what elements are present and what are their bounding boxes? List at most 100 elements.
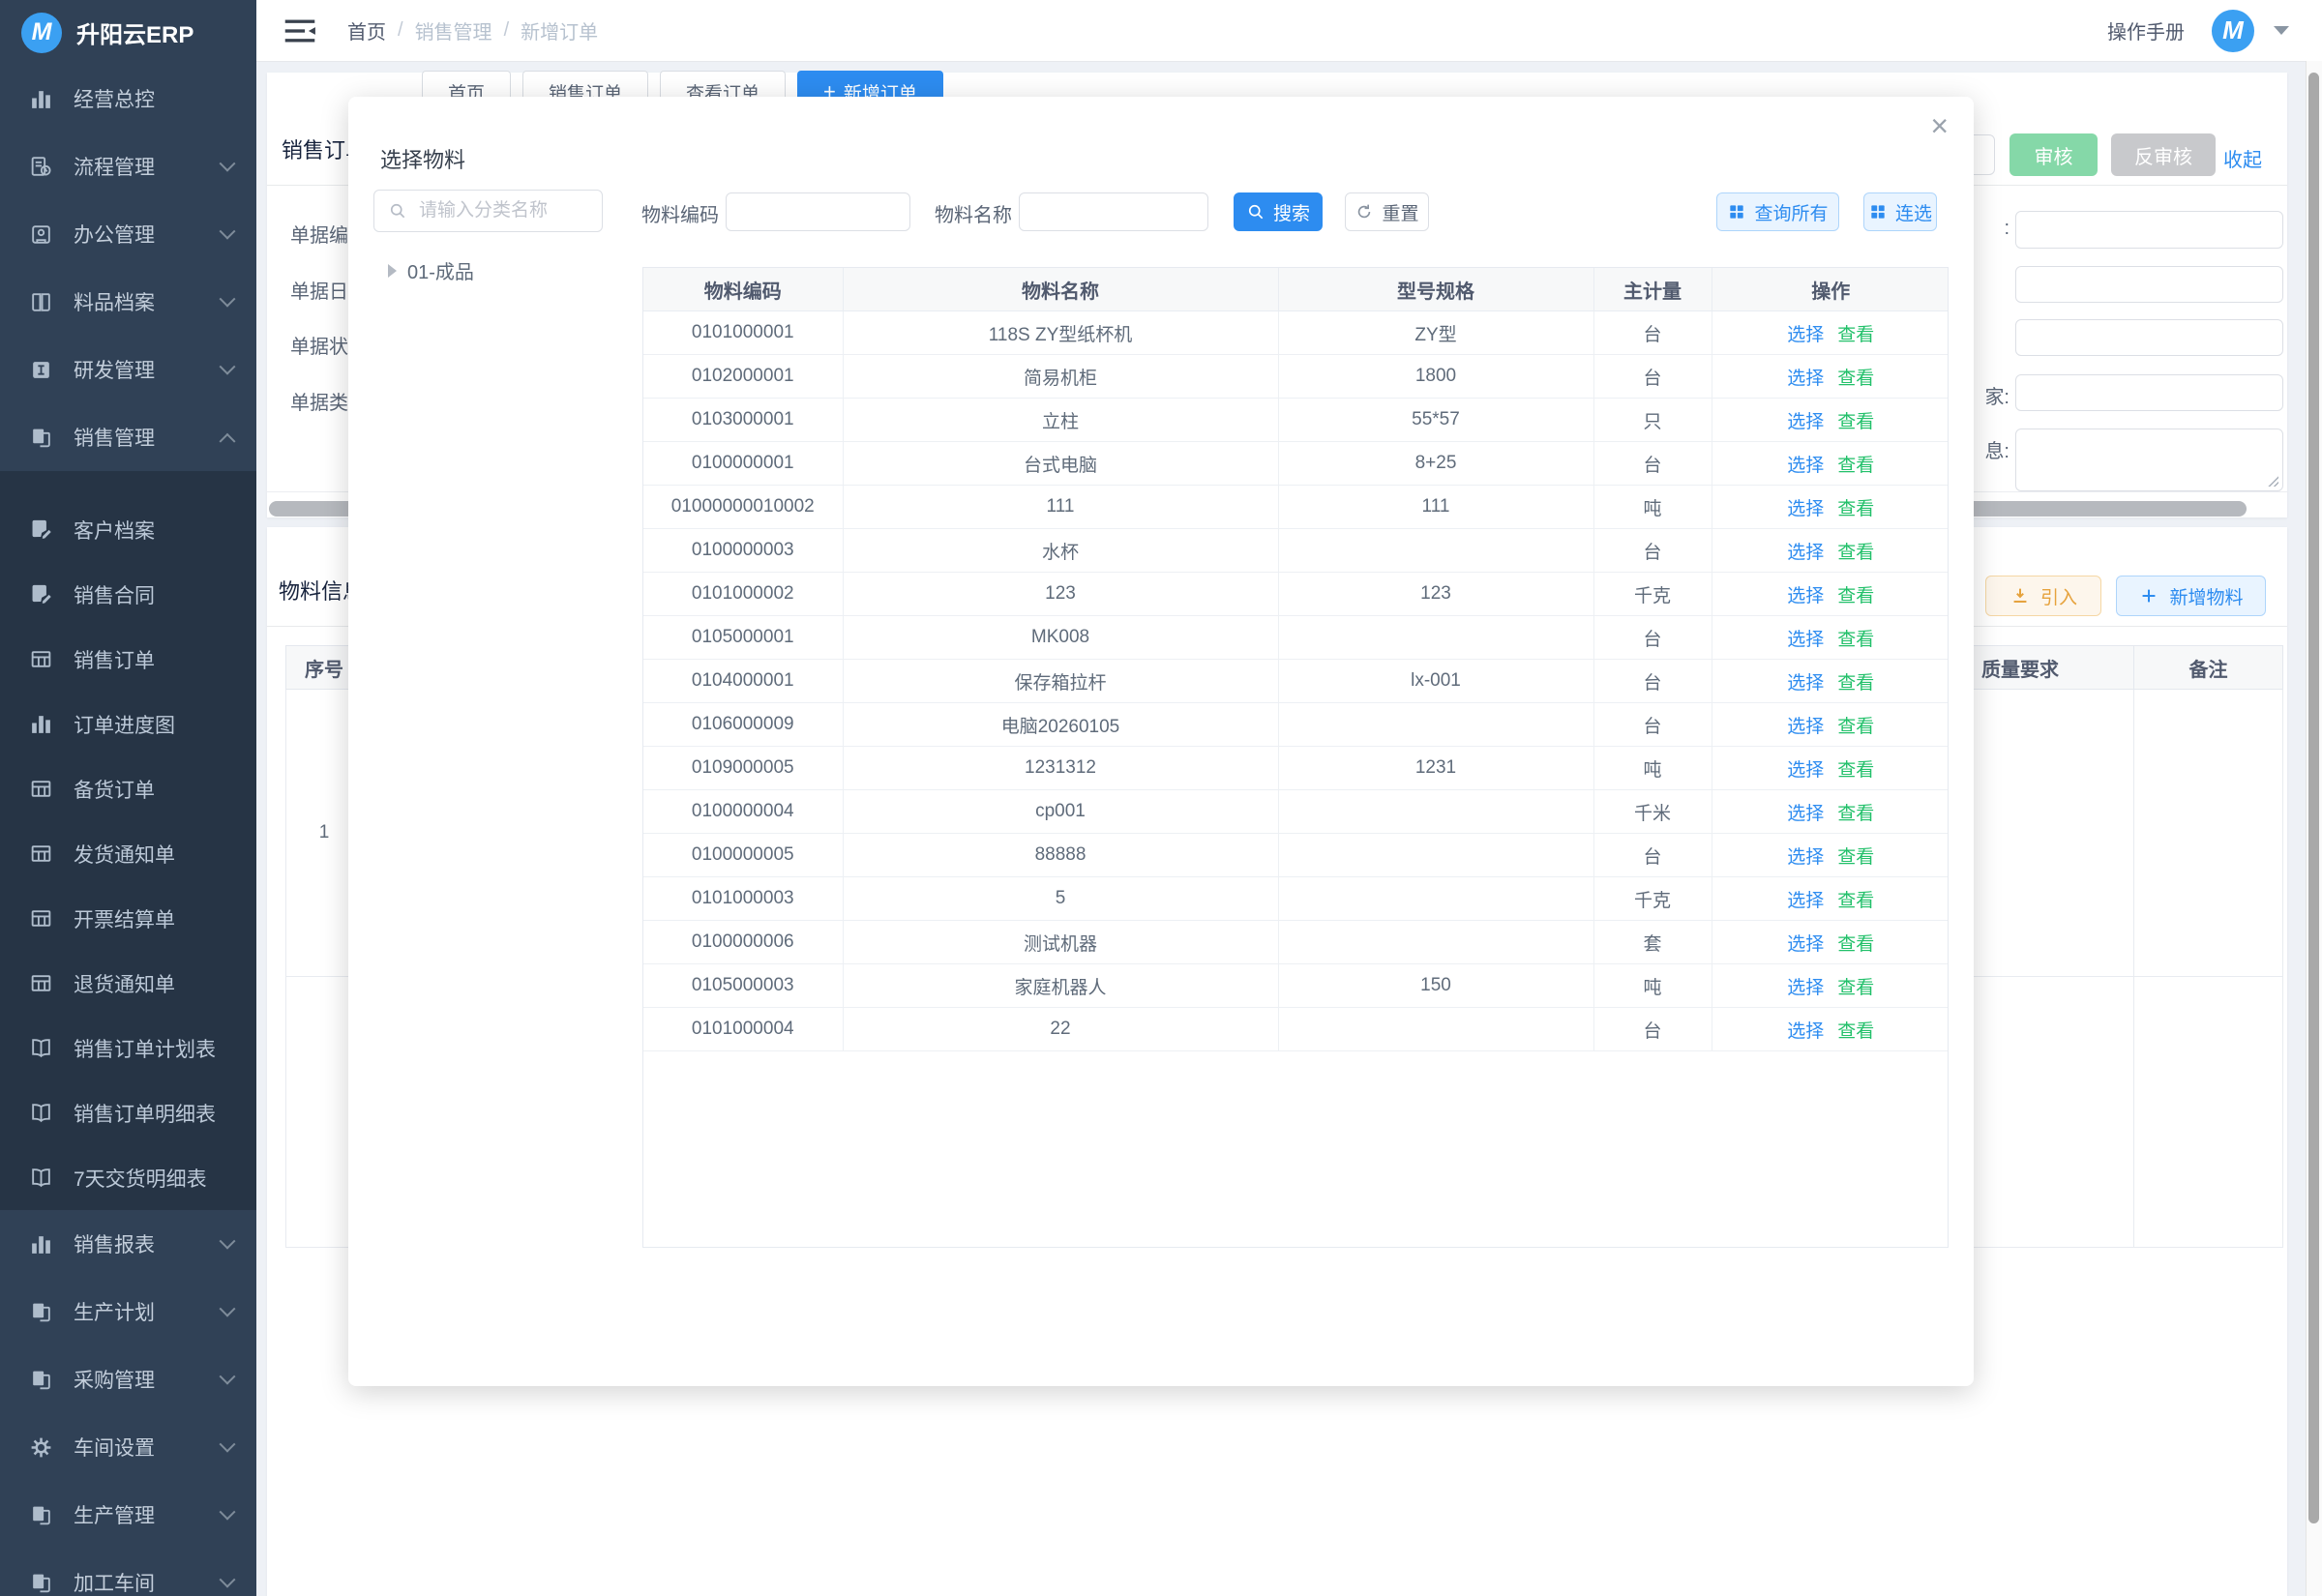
- sidebar-subitem-5[interactable]: 发货通知单: [0, 821, 256, 886]
- breadcrumb-item-1[interactable]: 销售管理: [415, 16, 492, 44]
- material-code-input[interactable]: [726, 192, 910, 231]
- category-search-input[interactable]: [417, 199, 576, 222]
- chevron-down-icon: [220, 359, 236, 375]
- sidebar-item-0[interactable]: 经营总控: [0, 65, 256, 133]
- user-menu-caret-icon[interactable]: [2274, 26, 2289, 35]
- view-link[interactable]: 查看: [1837, 543, 1874, 563]
- view-link[interactable]: 查看: [1837, 934, 1874, 955]
- view-link[interactable]: 查看: [1837, 804, 1874, 824]
- select-link[interactable]: 选择: [1787, 369, 1824, 389]
- cell-actions: 选择查看: [1712, 399, 1949, 442]
- sidebar-item-9[interactable]: 车间设置: [0, 1413, 256, 1481]
- order-field-input-1[interactable]: [2015, 266, 2283, 303]
- breadcrumb-item-0[interactable]: 首页: [347, 16, 386, 44]
- select-link[interactable]: 选择: [1787, 325, 1824, 345]
- view-link[interactable]: 查看: [1837, 978, 1874, 998]
- cell-unit: 套: [1593, 921, 1712, 964]
- cell-actions: 选择查看: [1712, 529, 1949, 573]
- sidebar-item-5[interactable]: 销售管理: [0, 403, 256, 471]
- order-remark-textarea[interactable]: [2015, 429, 2283, 491]
- view-link[interactable]: 查看: [1837, 456, 1874, 476]
- select-link[interactable]: 选择: [1787, 630, 1824, 650]
- sidebar-item-8[interactable]: 采购管理: [0, 1345, 256, 1413]
- cell-spec: 55*57: [1278, 399, 1593, 442]
- breadcrumb-separator: /: [398, 19, 403, 42]
- search-button[interactable]: 搜索: [1234, 192, 1323, 231]
- sidebar-item-10[interactable]: 生产管理: [0, 1481, 256, 1549]
- view-link[interactable]: 查看: [1837, 673, 1874, 694]
- sidebar-item-4[interactable]: 研发管理: [0, 336, 256, 403]
- select-link[interactable]: 选择: [1787, 891, 1824, 911]
- view-link[interactable]: 查看: [1837, 760, 1874, 781]
- collapse-link[interactable]: 收起: [2223, 144, 2262, 172]
- view-link[interactable]: 查看: [1837, 325, 1874, 345]
- select-link[interactable]: 选择: [1787, 978, 1824, 998]
- sidebar-subitem-3[interactable]: 订单进度图: [0, 692, 256, 756]
- sidebar-item-11[interactable]: 加工车间: [0, 1549, 256, 1596]
- view-link[interactable]: 查看: [1837, 369, 1874, 389]
- view-link[interactable]: 查看: [1837, 412, 1874, 432]
- view-link[interactable]: 查看: [1837, 586, 1874, 606]
- tree-expand-caret-icon[interactable]: [388, 264, 397, 278]
- tree-node-finished-goods[interactable]: 01-成品: [388, 256, 474, 284]
- cell-spec: [1278, 1008, 1593, 1051]
- import-button[interactable]: 引入: [1985, 576, 2101, 616]
- sidebar-item-3[interactable]: 料品档案: [0, 268, 256, 336]
- modal-close-icon[interactable]: ×: [1930, 110, 1949, 141]
- select-link[interactable]: 选择: [1787, 586, 1824, 606]
- view-link[interactable]: 查看: [1837, 630, 1874, 650]
- material-name-input[interactable]: [1019, 192, 1208, 231]
- sidebar-subitem-0[interactable]: 客户档案: [0, 497, 256, 562]
- sidebar-subitem-6[interactable]: 开票结算单: [0, 886, 256, 951]
- avatar[interactable]: M: [2212, 10, 2254, 52]
- sidebar-subitem-2[interactable]: 销售订单: [0, 627, 256, 692]
- view-link[interactable]: 查看: [1837, 847, 1874, 868]
- view-link[interactable]: 查看: [1837, 891, 1874, 911]
- select-link[interactable]: 选择: [1787, 412, 1824, 432]
- sidebar-item-2[interactable]: 办公管理: [0, 200, 256, 268]
- select-link[interactable]: 选择: [1787, 847, 1824, 868]
- view-link[interactable]: 查看: [1837, 499, 1874, 519]
- manual-link[interactable]: 操作手册: [2107, 16, 2185, 44]
- select-link[interactable]: 选择: [1787, 456, 1824, 476]
- select-link[interactable]: 选择: [1787, 543, 1824, 563]
- multi-select-button[interactable]: 连选: [1863, 192, 1937, 231]
- vertical-scrollbar-thumb[interactable]: [2308, 73, 2319, 1523]
- sidebar-item-label: 流程管理: [74, 152, 155, 181]
- sidebar-subitem-9[interactable]: 销售订单明细表: [0, 1080, 256, 1145]
- order-field-input-2[interactable]: [2015, 319, 2283, 356]
- select-link[interactable]: 选择: [1787, 934, 1824, 955]
- sidebar-subitem-1[interactable]: 销售合同: [0, 562, 256, 627]
- audit-button[interactable]: 审核: [2009, 133, 2098, 176]
- breadcrumb-item-2[interactable]: 新增订单: [521, 16, 598, 44]
- select-link[interactable]: 选择: [1787, 1021, 1824, 1042]
- add-material-button[interactable]: 新增物料: [2116, 576, 2266, 616]
- select-link[interactable]: 选择: [1787, 760, 1824, 781]
- sidebar-subitem-7[interactable]: 退货通知单: [0, 951, 256, 1016]
- sidebar-subitem-10[interactable]: 7天交货明细表: [0, 1145, 256, 1210]
- reset-button[interactable]: 重置: [1345, 192, 1429, 231]
- select-link[interactable]: 选择: [1787, 717, 1824, 737]
- order-field-input-3[interactable]: [2015, 374, 2283, 411]
- view-link[interactable]: 查看: [1837, 717, 1874, 737]
- copy-icon: [29, 1300, 53, 1324]
- select-link[interactable]: 选择: [1787, 499, 1824, 519]
- sidebar-collapse-icon[interactable]: [283, 17, 316, 44]
- resize-grip-icon[interactable]: [2267, 475, 2278, 487]
- view-link[interactable]: 查看: [1837, 1021, 1874, 1042]
- sidebar-item-1[interactable]: 流程管理: [0, 133, 256, 200]
- sidebar-subitem-8[interactable]: 销售订单计划表: [0, 1016, 256, 1080]
- unaudit-button[interactable]: 反审核: [2111, 133, 2216, 176]
- cell-spec: [1278, 834, 1593, 877]
- query-all-button[interactable]: 查询所有: [1716, 192, 1839, 231]
- sidebar-subitem-4[interactable]: 备货订单: [0, 756, 256, 821]
- sidebar-item-label: 办公管理: [74, 220, 155, 249]
- sidebar-item-7[interactable]: 生产计划: [0, 1278, 256, 1345]
- cell-unit: 吨: [1593, 747, 1712, 790]
- sidebar-item-6[interactable]: 销售报表: [0, 1210, 256, 1278]
- select-link[interactable]: 选择: [1787, 673, 1824, 694]
- sidebar-item-label: 研发管理: [74, 355, 155, 384]
- select-link[interactable]: 选择: [1787, 804, 1824, 824]
- dev-icon: [29, 358, 53, 382]
- order-field-input-0[interactable]: [2015, 211, 2283, 249]
